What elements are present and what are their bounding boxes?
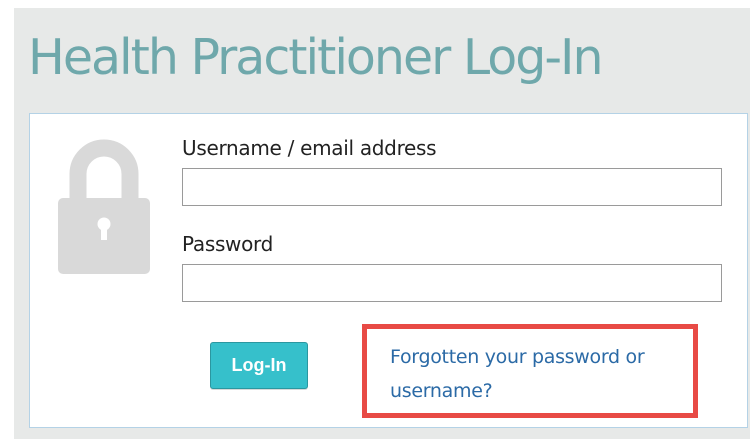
page-title: Health Practitioner Log-In <box>28 29 604 86</box>
forgot-password-link[interactable]: Forgotten your password or username? <box>390 340 690 408</box>
lock-icon <box>58 139 150 274</box>
password-label: Password <box>182 232 274 256</box>
username-label: Username / email address <box>182 136 437 160</box>
password-input[interactable] <box>182 264 722 302</box>
login-button[interactable]: Log-In <box>210 342 308 389</box>
username-input[interactable] <box>182 168 722 206</box>
